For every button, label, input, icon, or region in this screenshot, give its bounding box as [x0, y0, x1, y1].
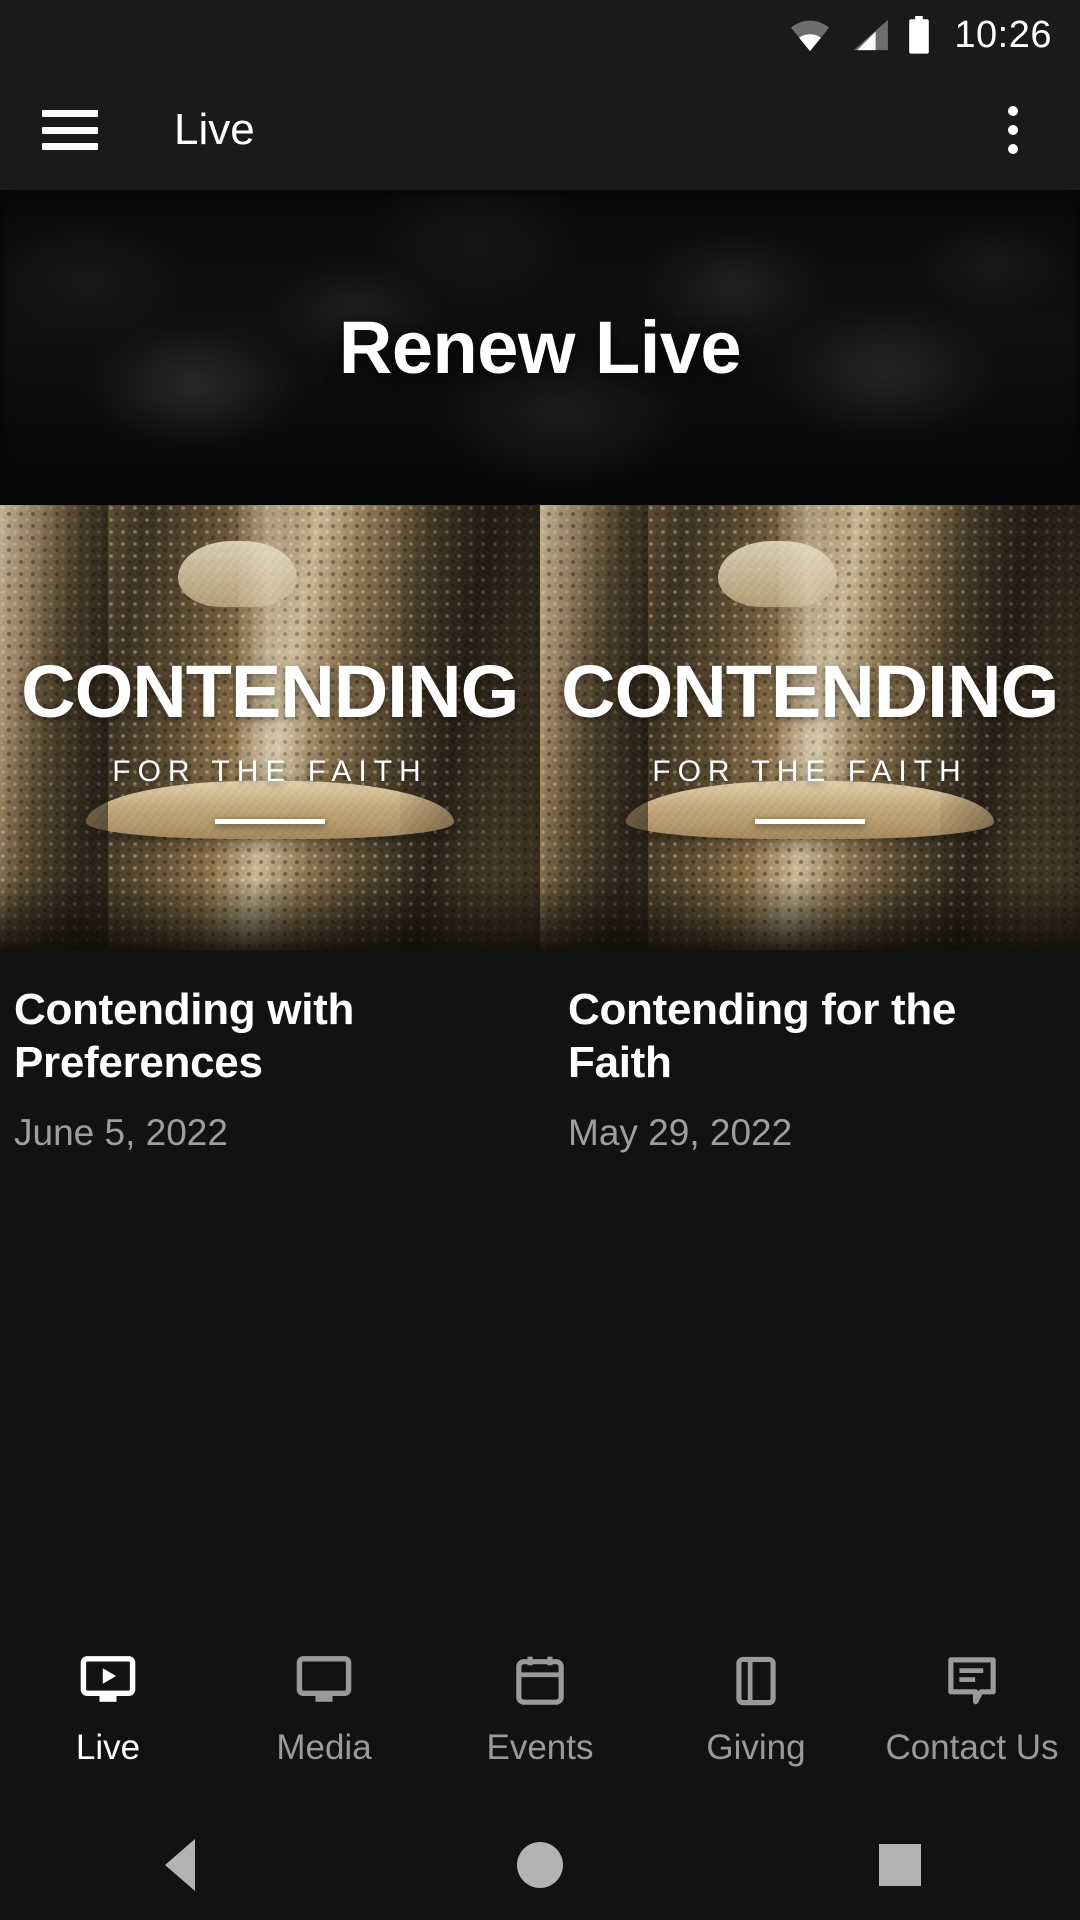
artwork-divider-rule — [215, 819, 325, 824]
tab-live[interactable]: Live — [0, 1652, 216, 1768]
tab-label: Giving — [706, 1728, 806, 1767]
bottom-tab-bar: Live Media Events Giving Contact Us — [0, 1610, 1080, 1810]
sermon-title: Contending with Preferences — [14, 985, 355, 1087]
page-title: Live — [174, 105, 255, 154]
sermon-date: May 29, 2022 — [568, 1111, 793, 1153]
tab-giving[interactable]: Giving — [648, 1652, 864, 1768]
tab-events[interactable]: Events — [432, 1652, 648, 1768]
tab-label: Events — [486, 1728, 594, 1767]
tab-label: Media — [276, 1728, 372, 1767]
sermon-card[interactable]: CONTENDING FOR THE FAITH Contending with… — [0, 505, 540, 1154]
artwork-divider-rule — [755, 819, 865, 824]
artwork-sub-text: FOR THE FAITH — [652, 755, 968, 788]
sermon-thumbnail: CONTENDING FOR THE FAITH — [540, 505, 1080, 950]
hero-banner[interactable]: Renew Live — [0, 190, 1080, 505]
sermon-artwork-text: CONTENDING FOR THE FAITH — [0, 505, 540, 950]
sermon-thumbnail: CONTENDING FOR THE FAITH — [0, 505, 540, 950]
artwork-sub-text: FOR THE FAITH — [112, 755, 428, 788]
sermon-card-body: Contending with Preferences June 5, 2022 — [0, 950, 540, 1154]
recents-square-icon[interactable] — [820, 1810, 980, 1920]
live-tv-play-icon — [77, 1652, 139, 1710]
monitor-icon — [293, 1652, 355, 1710]
cellular-signal-icon — [848, 18, 890, 52]
artwork-main-text: CONTENDING — [561, 650, 1059, 733]
status-bar-clock: 10:26 — [954, 13, 1052, 56]
sermon-card-body: Contending for the Faith May 29, 2022 — [540, 950, 1080, 1154]
hero-title: Renew Live — [338, 306, 742, 389]
speech-bubble-icon — [941, 1652, 1003, 1710]
calendar-icon — [509, 1652, 571, 1710]
tab-contact-us[interactable]: Contact Us — [864, 1652, 1080, 1768]
sermon-date: June 5, 2022 — [14, 1111, 228, 1153]
android-navigation-bar — [0, 1810, 1080, 1920]
tab-label: Live — [75, 1728, 141, 1767]
overflow-menu-icon[interactable] — [994, 92, 1032, 168]
sermon-artwork-text: CONTENDING FOR THE FAITH — [540, 505, 1080, 950]
wifi-icon — [788, 18, 832, 52]
app-bar: Live — [0, 70, 1080, 190]
status-bar: 10:26 — [0, 0, 1080, 70]
sermon-card[interactable]: CONTENDING FOR THE FAITH Contending for … — [540, 505, 1080, 1154]
hamburger-menu-icon[interactable] — [42, 110, 98, 150]
artwork-main-text: CONTENDING — [21, 650, 519, 733]
book-icon — [725, 1652, 787, 1710]
tab-label: Contact Us — [885, 1728, 1059, 1767]
app-screen: 10:26 Live Renew Live CONTENDING FOR THE… — [0, 0, 1080, 1920]
tab-media[interactable]: Media — [216, 1652, 432, 1768]
sermon-title: Contending for the Faith — [568, 985, 957, 1087]
back-triangle-icon[interactable] — [100, 1810, 260, 1920]
battery-icon — [906, 16, 932, 54]
home-circle-icon[interactable] — [460, 1810, 620, 1920]
sermon-grid: CONTENDING FOR THE FAITH Contending with… — [0, 505, 1080, 1154]
